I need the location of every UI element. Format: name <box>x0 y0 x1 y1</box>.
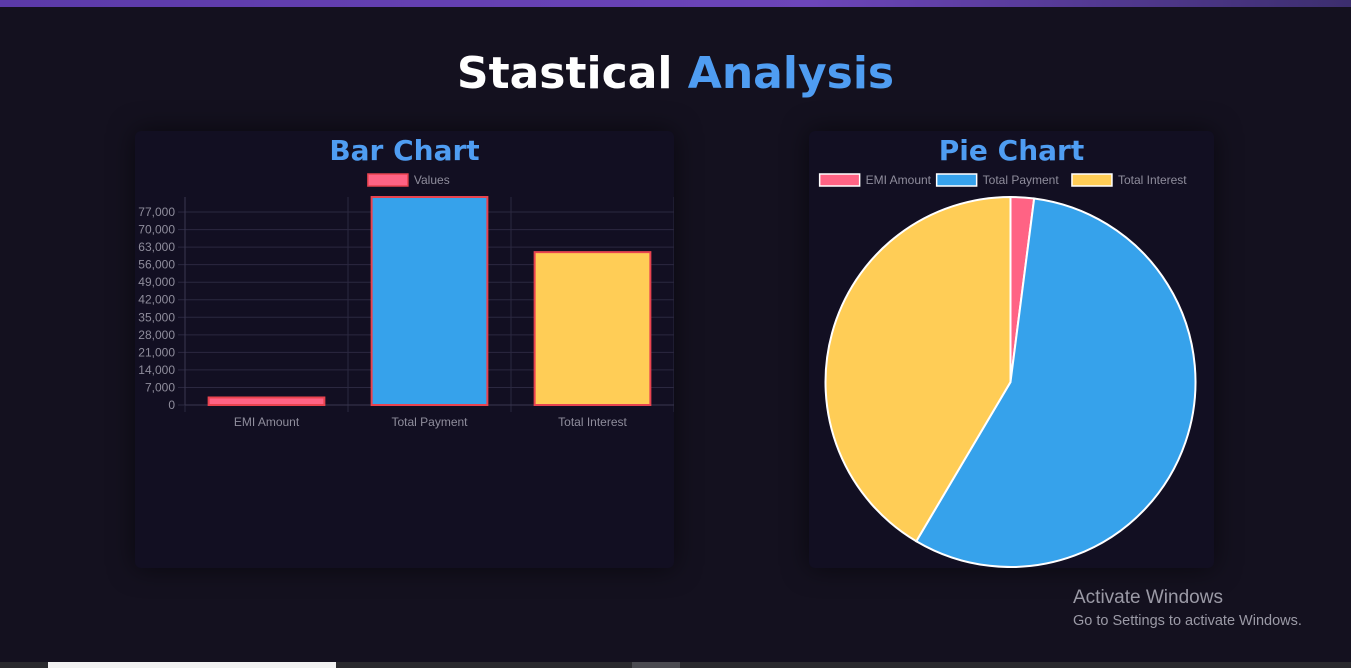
bar-chart: Values 0 7,000 14,000 21,000 28,000 35,000 42,0… <box>138 173 674 429</box>
bar-chart-card: Bar Chart Values 0 7,000 14,000 21,000 28,000… <box>135 131 674 568</box>
y-tick-label: 56,000 <box>138 258 175 272</box>
taskbar <box>0 662 1351 668</box>
x-tick-label: Total Interest <box>558 415 627 429</box>
legend-swatch-total-interest <box>1071 173 1113 187</box>
pie-chart: EMI Amount Total Payment Total Interest <box>818 173 1197 568</box>
bar-total-payment <box>370 196 489 406</box>
activate-windows-watermark: Activate Windows Go to Settings to activ… <box>1073 586 1302 632</box>
y-tick-label: 7,000 <box>145 380 175 394</box>
watermark-line-1: Activate Windows <box>1073 587 1223 608</box>
page-title-word-1: Stastical <box>456 48 673 99</box>
bar-total-interest <box>533 251 652 407</box>
legend-swatch-values <box>367 173 409 187</box>
y-tick-label: 0 <box>168 398 175 412</box>
y-tick-label: 49,000 <box>138 275 175 289</box>
browser-top-strip <box>0 0 1351 7</box>
y-tick-label: 77,000 <box>138 205 175 219</box>
y-tick-label: 35,000 <box>138 310 175 324</box>
page-title: Stastical Analysis <box>0 46 1351 102</box>
y-tick-label: 28,000 <box>138 328 175 342</box>
taskbar-item[interactable] <box>632 662 680 668</box>
y-tick-label: 63,000 <box>138 240 175 254</box>
x-tick-label: EMI Amount <box>234 415 300 429</box>
legend-label-total-payment: Total Payment <box>983 173 1060 187</box>
watermark-line-2: Go to Settings to activate Windows. <box>1073 613 1302 629</box>
bar-emi-amount <box>207 396 326 407</box>
legend-label-values: Values <box>414 173 450 187</box>
y-tick-label: 42,000 <box>138 293 175 307</box>
pie-chart-card: Pie Chart EMI Amount Total Payment Total I… <box>809 131 1214 568</box>
y-tick-label: 70,000 <box>138 223 175 237</box>
y-tick-label: 21,000 <box>138 345 175 359</box>
legend-label-emi-amount: EMI Amount <box>866 173 932 187</box>
legend-label-total-interest: Total Interest <box>1118 173 1187 187</box>
legend-swatch-total-payment <box>935 173 978 187</box>
taskbar-item[interactable] <box>48 662 336 668</box>
y-tick-label: 14,000 <box>138 363 175 377</box>
legend-swatch-emi-amount <box>818 173 861 187</box>
page-title-word-2: Analysis <box>687 48 895 99</box>
x-tick-label: Total Payment <box>391 415 468 429</box>
